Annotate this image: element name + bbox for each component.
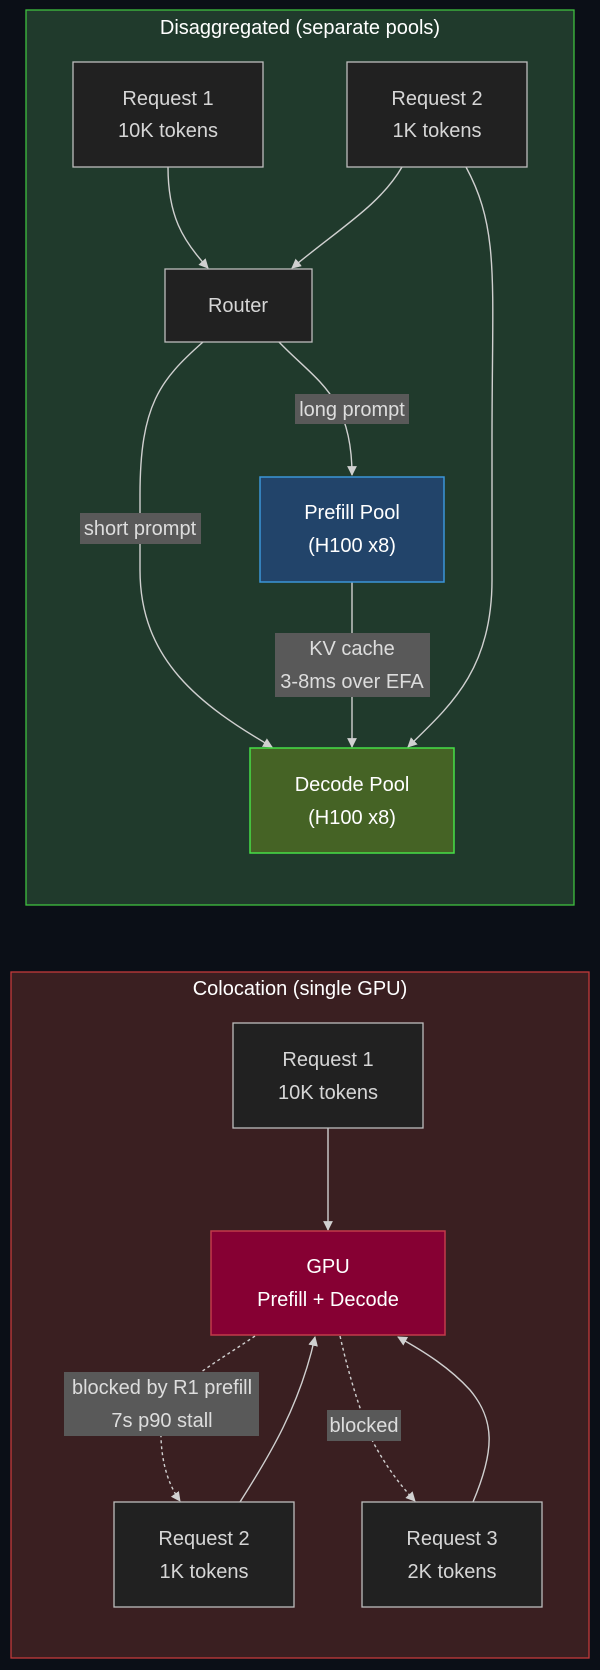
node-decode-pool: Decode Pool (H100 x8): [249, 747, 455, 854]
node-prefill-pool-title: Prefill Pool: [304, 502, 400, 524]
node-gpu: GPU Prefill + Decode: [210, 1230, 446, 1336]
edge-label-blocked-by-r1: blocked by R1 prefill 7s p90 stall: [64, 1372, 259, 1436]
architecture-diagram: Disaggregated (separate pools) long prom…: [10, 9, 590, 1659]
node-prefill-pool-spec: (H100 x8): [308, 535, 396, 557]
node-gpu-role: Prefill + Decode: [257, 1289, 399, 1311]
edge-label-long-prompt: long prompt: [295, 394, 409, 424]
node-request2-disagg-title: Request 2: [391, 88, 482, 110]
node-request1-disagg-title: Request 1: [122, 88, 213, 110]
svg-text:7s p90 stall: 7s p90 stall: [111, 1410, 212, 1432]
node-request2-disagg-tokens: 1K tokens: [393, 120, 482, 142]
node-request2-coloc: Request 2 1K tokens: [113, 1501, 295, 1608]
node-request1-coloc-tokens: 10K tokens: [278, 1082, 378, 1104]
node-request3-coloc: Request 3 2K tokens: [361, 1501, 543, 1608]
node-request2-disagg: Request 2 1K tokens: [346, 61, 528, 168]
node-request1-coloc: Request 1 10K tokens: [232, 1022, 424, 1129]
colocation-title: Colocation (single GPU): [193, 978, 408, 1000]
edge-label-blocked: blocked: [327, 1410, 401, 1441]
node-decode-pool-title: Decode Pool: [295, 774, 410, 796]
node-router: Router: [164, 268, 313, 343]
edge-label-short-prompt: short prompt: [80, 513, 201, 544]
node-request2-coloc-tokens: 1K tokens: [160, 1561, 249, 1583]
node-request2-coloc-title: Request 2: [158, 1528, 249, 1550]
node-prefill-pool: Prefill Pool (H100 x8): [259, 476, 445, 583]
svg-text:blocked by R1 prefill: blocked by R1 prefill: [72, 1377, 252, 1399]
node-request1-coloc-title: Request 1: [282, 1049, 373, 1071]
svg-text:blocked: blocked: [330, 1415, 399, 1437]
svg-text:short prompt: short prompt: [84, 518, 197, 540]
disaggregated-title: Disaggregated (separate pools): [160, 17, 440, 39]
svg-text:KV cache: KV cache: [309, 638, 395, 660]
edge-label-kv-cache: KV cache 3-8ms over EFA: [275, 633, 430, 697]
node-router-label: Router: [208, 295, 268, 317]
node-request3-coloc-tokens: 2K tokens: [408, 1561, 497, 1583]
node-request1-disagg-tokens: 10K tokens: [118, 120, 218, 142]
node-decode-pool-spec: (H100 x8): [308, 807, 396, 829]
node-request3-coloc-title: Request 3: [406, 1528, 497, 1550]
node-request1-disagg: Request 1 10K tokens: [72, 61, 264, 168]
node-gpu-title: GPU: [306, 1256, 349, 1278]
svg-text:long prompt: long prompt: [299, 399, 405, 421]
svg-text:3-8ms over EFA: 3-8ms over EFA: [280, 671, 424, 693]
